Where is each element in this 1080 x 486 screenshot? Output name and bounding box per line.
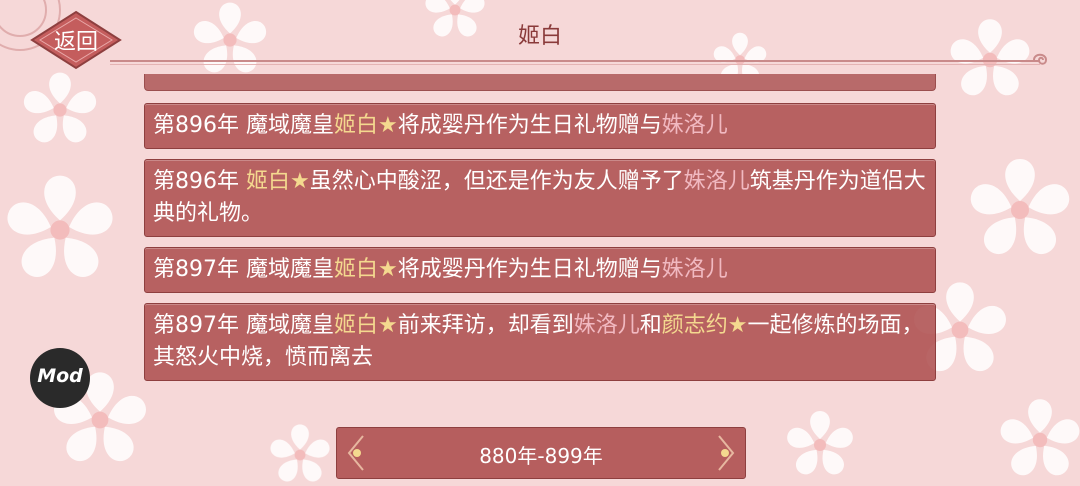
entry-text: 第897年 魔域魔皇 — [153, 313, 334, 338]
right-ornament-icon — [718, 435, 735, 471]
header-divider — [110, 60, 1040, 65]
entry-text: 第897年 魔域魔皇 — [153, 257, 334, 282]
entry-text: 第896年 魔域魔皇 — [153, 113, 334, 138]
character-name[interactable]: 姝洛儿 — [662, 257, 728, 282]
mod-button-label: Mod — [37, 365, 83, 387]
character-name[interactable]: 颜志约★ — [662, 313, 748, 338]
entry-text: 第896年 — [153, 169, 246, 194]
page-title: 姬白 — [517, 24, 562, 49]
character-name[interactable]: 姬白★ — [334, 113, 398, 138]
previous-entry-edge — [144, 74, 936, 91]
character-name[interactable]: 姬白★ — [334, 313, 398, 338]
log-entry: 第897年 魔域魔皇姬白★将成婴丹作为生日礼物赠与姝洛儿 — [144, 247, 936, 293]
character-name[interactable]: 姬白★ — [246, 169, 310, 194]
entry-text: 将成婴丹作为生日礼物赠与 — [397, 257, 662, 282]
character-name[interactable]: 姝洛儿 — [574, 313, 640, 338]
scroll-ornament-icon — [1033, 53, 1048, 65]
back-button-label: 返回 — [53, 30, 98, 55]
log-entry: 第897年 魔域魔皇姬白★前来拜访，却看到姝洛儿和颜志约★一起修炼的场面，其怒火… — [144, 303, 936, 381]
mod-button[interactable]: Mod — [30, 348, 90, 408]
entry-text: 前来拜访，却看到 — [397, 313, 574, 338]
header-bar: 返回 姬白 — [0, 0, 1080, 72]
year-range-label: 880年-899年 — [479, 444, 603, 468]
event-log-list[interactable]: 第896年 魔域魔皇姬白★将成婴丹作为生日礼物赠与姝洛儿 第896年 姬白★虽然… — [144, 74, 936, 391]
character-name[interactable]: 姬白★ — [334, 257, 398, 282]
character-name[interactable]: 姝洛儿 — [684, 169, 750, 194]
character-name[interactable]: 姝洛儿 — [662, 113, 728, 138]
entry-text: 将成婴丹作为生日礼物赠与 — [397, 113, 662, 138]
entry-text: 虽然心中酸涩，但还是作为友人赠予了 — [309, 169, 684, 194]
entry-text: 和 — [639, 313, 662, 338]
log-entry: 第896年 姬白★虽然心中酸涩，但还是作为友人赠予了姝洛儿筑基丹作为道侣大典的礼… — [144, 159, 936, 237]
log-entry: 第896年 魔域魔皇姬白★将成婴丹作为生日礼物赠与姝洛儿 — [144, 103, 936, 149]
year-range-selector[interactable]: 880年-899年 — [336, 427, 746, 479]
